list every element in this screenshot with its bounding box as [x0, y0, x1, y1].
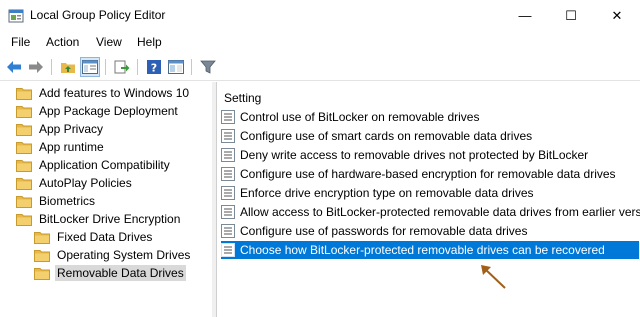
policy-setting-icon	[221, 129, 235, 143]
back-arrow-icon	[7, 61, 21, 73]
show-hide-tree-icon	[82, 60, 98, 74]
forward-button[interactable]	[26, 57, 46, 77]
policy-setting-icon	[221, 243, 235, 257]
tree-item[interactable]: Fixed Data Drives	[34, 228, 154, 246]
tree-item[interactable]: App Privacy	[16, 120, 105, 138]
export-list-button[interactable]	[112, 57, 132, 77]
forward-arrow-icon	[29, 61, 43, 73]
tree-item-removable-data-drives[interactable]: Removable Data Drives	[34, 264, 186, 282]
folder-icon	[16, 141, 32, 154]
up-folder-icon	[61, 63, 75, 73]
policy-setting-icon	[221, 205, 235, 219]
export-list-icon	[114, 60, 130, 74]
help-icon: ?	[147, 60, 161, 75]
settings-list: Setting Control use of BitLocker on remo…	[216, 82, 640, 317]
setting-label: Choose how BitLocker-protected removable…	[240, 243, 605, 257]
folder-icon	[16, 87, 32, 100]
tree-item-label: Fixed Data Drives	[57, 230, 153, 244]
setting-label: Configure use of smart cards on removabl…	[240, 129, 533, 143]
folder-icon	[16, 177, 32, 190]
folder-icon	[16, 123, 32, 136]
back-button[interactable]	[4, 57, 24, 77]
properties-view-button[interactable]	[166, 57, 186, 77]
tree-item[interactable]: Operating System Drives	[34, 246, 192, 264]
window-title: Local Group Policy Editor	[30, 8, 166, 22]
svg-text:?: ?	[151, 62, 157, 75]
list-item-selected[interactable]: Choose how BitLocker-protected removable…	[221, 241, 639, 259]
tree-item-label: Biometrics	[39, 194, 96, 208]
properties-view-icon	[168, 60, 184, 74]
tree-item[interactable]: Application Compatibility	[16, 156, 172, 174]
policy-setting-icon	[221, 148, 235, 162]
menu-file[interactable]: File	[11, 35, 30, 49]
tree-item[interactable]: Add features to Windows 10	[16, 84, 191, 102]
list-item[interactable]: Deny write access to removable drives no…	[221, 146, 639, 164]
menu-view[interactable]: View	[96, 35, 122, 49]
policy-setting-icon	[221, 110, 235, 124]
tree-item-label: Application Compatibility	[39, 158, 170, 172]
maximize-icon: ☐	[565, 7, 577, 23]
list-item[interactable]: Control use of BitLocker on removable dr…	[221, 108, 639, 126]
list-item[interactable]: Configure use of smart cards on removabl…	[221, 127, 639, 145]
folder-icon	[16, 195, 32, 208]
tree-item-label: Operating System Drives	[57, 248, 191, 262]
up-one-level-button[interactable]	[58, 57, 78, 77]
title-bar: Local Group Policy Editor — ☐ ✕	[0, 0, 640, 31]
folder-icon	[16, 159, 32, 172]
filter-icon	[200, 60, 216, 74]
list-item[interactable]: Configure use of hardware-based encrypti…	[221, 165, 639, 183]
policy-setting-icon	[221, 186, 235, 200]
policy-setting-icon	[221, 167, 235, 181]
filter-button[interactable]	[198, 57, 218, 77]
minimize-button[interactable]: —	[502, 0, 548, 31]
toolbar-separator	[137, 59, 138, 75]
tree-item-label: Add features to Windows 10	[39, 86, 190, 100]
show-hide-console-tree-button[interactable]	[80, 57, 100, 77]
maximize-button[interactable]: ☐	[548, 0, 594, 31]
minimize-icon: —	[518, 8, 532, 23]
open-folder-icon	[16, 213, 32, 226]
close-icon: ✕	[611, 7, 623, 23]
tree-item[interactable]: Biometrics	[16, 192, 97, 210]
toolbar: ?	[0, 53, 640, 81]
menu-action[interactable]: Action	[46, 35, 79, 49]
policy-setting-icon	[221, 224, 235, 238]
tree-item[interactable]: App runtime	[16, 138, 106, 156]
setting-label: Configure use of hardware-based encrypti…	[240, 167, 616, 181]
tree-item-label: App runtime	[39, 140, 104, 154]
tree-item-label: Removable Data Drives	[55, 265, 186, 281]
list-item[interactable]: Configure use of passwords for removable…	[221, 222, 639, 240]
menu-bar: File Action View Help	[0, 31, 640, 52]
setting-label: Configure use of passwords for removable…	[240, 224, 528, 238]
tree-item-label: App Privacy	[39, 122, 104, 136]
open-folder-icon	[34, 267, 50, 280]
column-header-setting[interactable]: Setting	[224, 91, 261, 105]
setting-label: Control use of BitLocker on removable dr…	[240, 110, 480, 124]
setting-label: Allow access to BitLocker-protected remo…	[240, 205, 640, 219]
menu-help[interactable]: Help	[137, 35, 162, 49]
tree-item[interactable]: App Package Deployment	[16, 102, 180, 120]
tree-item[interactable]: BitLocker Drive Encryption	[16, 210, 182, 228]
tree-item-label: AutoPlay Policies	[39, 176, 132, 190]
tree-item-label: App Package Deployment	[39, 104, 178, 118]
toolbar-separator	[105, 59, 106, 75]
group-policy-app-icon	[8, 9, 24, 23]
folder-icon	[34, 231, 50, 244]
setting-label: Enforce drive encryption type on removab…	[240, 186, 534, 200]
toolbar-separator	[191, 59, 192, 75]
annotation-arrow-icon	[481, 265, 506, 289]
console-tree: Add features to Windows 10 App Package D…	[0, 82, 212, 317]
list-item[interactable]: Enforce drive encryption type on removab…	[221, 184, 639, 202]
help-button[interactable]: ?	[144, 57, 164, 77]
tree-item-label: BitLocker Drive Encryption	[39, 212, 181, 226]
setting-label: Deny write access to removable drives no…	[240, 148, 589, 162]
toolbar-separator	[51, 59, 52, 75]
tree-item[interactable]: AutoPlay Policies	[16, 174, 134, 192]
folder-icon	[16, 105, 32, 118]
list-item[interactable]: Allow access to BitLocker-protected remo…	[221, 203, 640, 221]
folder-icon	[34, 249, 50, 262]
close-button[interactable]: ✕	[594, 0, 640, 31]
